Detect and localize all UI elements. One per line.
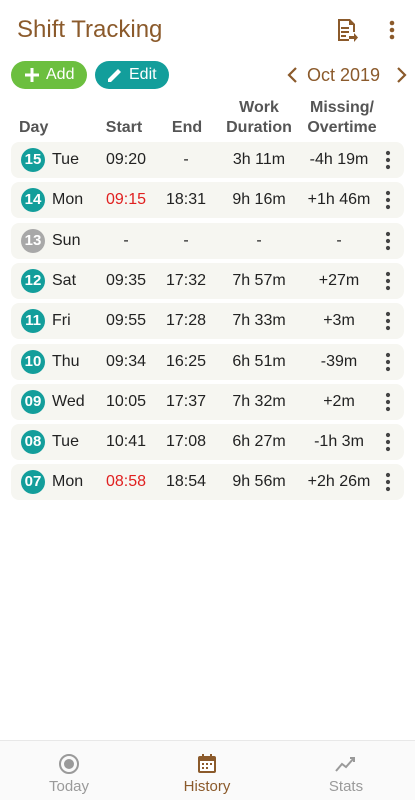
date-badge: 14 bbox=[21, 188, 45, 213]
cell-end: 18:54 bbox=[165, 473, 207, 491]
cell-work: 6h 27m bbox=[232, 433, 286, 451]
column-header-end: End bbox=[171, 119, 203, 136]
cell-start: 10:41 bbox=[105, 433, 147, 451]
add-button[interactable]: Add bbox=[11, 61, 87, 89]
table-header: Day Start End Work Duration Missing/ Ove… bbox=[0, 96, 415, 138]
column-header-work-line2: Duration bbox=[226, 119, 292, 136]
nav-history-label: History bbox=[183, 778, 231, 795]
nav-today-label: Today bbox=[48, 778, 90, 795]
cell-start: 08:58 bbox=[105, 473, 147, 491]
cell-end: 17:08 bbox=[165, 433, 207, 451]
cell-diff: -1h 3m bbox=[314, 433, 364, 451]
trend-chart-icon bbox=[335, 757, 355, 772]
table-row[interactable]: 11 Fri 09:55 17:28 7h 33m +3m bbox=[11, 303, 404, 340]
pencil-icon bbox=[108, 69, 121, 82]
nav-today[interactable]: Today bbox=[0, 741, 138, 800]
cell-start: 09:34 bbox=[105, 352, 147, 370]
row-menu-icon[interactable] bbox=[381, 432, 395, 452]
calendar-icon bbox=[198, 754, 216, 773]
date-badge: 15 bbox=[21, 148, 45, 172]
date-badge: 09 bbox=[21, 389, 45, 414]
nav-stats-label: Stats bbox=[328, 778, 364, 795]
cell-end: 17:37 bbox=[165, 392, 207, 410]
cell-work: 6h 51m bbox=[232, 352, 286, 370]
cell-end: 17:32 bbox=[165, 271, 207, 289]
cell-diff: -39m bbox=[320, 352, 358, 370]
row-menu-icon[interactable] bbox=[381, 392, 395, 412]
cell-work: 9h 16m bbox=[232, 191, 286, 209]
row-menu-icon[interactable] bbox=[381, 311, 395, 331]
cell-work: - bbox=[256, 231, 262, 249]
date-badge: 07 bbox=[21, 470, 45, 495]
chevron-left-icon[interactable] bbox=[286, 66, 298, 84]
row-menu-icon[interactable] bbox=[381, 352, 395, 372]
nav-history[interactable]: History bbox=[138, 741, 276, 800]
cell-work: 9h 56m bbox=[232, 473, 286, 491]
edit-button-label: Edit bbox=[129, 66, 157, 83]
cell-diff: +2h 26m bbox=[307, 473, 371, 491]
cell-work: 7h 32m bbox=[232, 392, 286, 410]
add-button-label: Add bbox=[46, 66, 75, 83]
date-badge: 10 bbox=[21, 349, 45, 374]
cell-diff: +3m bbox=[323, 312, 355, 330]
app-title: Shift Tracking bbox=[17, 16, 163, 43]
app-bar: Shift Tracking bbox=[0, 0, 415, 56]
cell-work: 7h 33m bbox=[232, 312, 286, 330]
date-badge: 12 bbox=[21, 268, 45, 293]
cell-end: 16:25 bbox=[165, 352, 207, 370]
cell-diff: +27m bbox=[318, 271, 360, 289]
cell-start: 10:05 bbox=[105, 392, 147, 410]
cell-start: 09:35 bbox=[105, 271, 147, 289]
table-row[interactable]: 12 Sat 09:35 17:32 7h 57m +27m bbox=[11, 262, 404, 299]
cell-diff: -4h 19m bbox=[309, 151, 369, 168]
cell-work: 7h 57m bbox=[232, 271, 286, 289]
cell-end: 17:28 bbox=[165, 312, 207, 330]
overflow-menu-icon[interactable] bbox=[384, 18, 400, 42]
chevron-right-icon[interactable] bbox=[396, 66, 408, 84]
table-row[interactable]: 15 Tue 09:20-3h 11m -4h 19m bbox=[11, 142, 404, 178]
date-badge: 11 bbox=[21, 309, 45, 334]
column-header-missing-line2: Overtime bbox=[307, 119, 377, 136]
cell-start: 09:15 bbox=[105, 191, 147, 209]
row-menu-icon[interactable] bbox=[381, 472, 395, 492]
column-header-work-line1: Work bbox=[239, 99, 279, 116]
table-row[interactable]: 14 Mon 09:15 18:31 9h 16m +1h 46m bbox=[11, 182, 404, 219]
table-row[interactable]: 09 Wed 10:05 17:37 7h 32m +2m bbox=[11, 383, 404, 420]
column-header-work-duration: Work Duration bbox=[219, 98, 299, 138]
row-menu-icon[interactable] bbox=[381, 190, 395, 210]
cell-diff: - bbox=[336, 231, 342, 249]
cell-end: - bbox=[183, 151, 189, 168]
cell-end: 18:31 bbox=[165, 191, 207, 209]
month-navigator: Oct 2019 bbox=[286, 62, 410, 88]
row-menu-icon[interactable] bbox=[381, 271, 395, 291]
date-badge: 13 bbox=[21, 228, 45, 253]
cell-work: 3h 11m bbox=[232, 151, 286, 168]
column-header-start: Start bbox=[105, 119, 143, 136]
column-header-missing-overtime: Missing/ Overtime bbox=[300, 98, 384, 138]
report-export-icon[interactable] bbox=[336, 18, 358, 42]
table-row[interactable]: 08 Tue 10:41 17:08 6h 27m -1h 3m bbox=[11, 424, 404, 461]
edit-button[interactable]: Edit bbox=[95, 61, 169, 89]
cell-diff: +2m bbox=[323, 392, 355, 410]
nav-stats[interactable]: Stats bbox=[277, 741, 415, 800]
date-badge: 08 bbox=[21, 430, 45, 455]
action-row: Add Edit Oct 2019 bbox=[0, 60, 415, 90]
cell-end: - bbox=[183, 231, 189, 249]
column-header-day: Day bbox=[19, 119, 49, 136]
cell-start: 09:55 bbox=[105, 312, 147, 330]
bottom-navigation: Today History Stats bbox=[0, 740, 415, 800]
today-radio-icon bbox=[59, 754, 79, 774]
table-row[interactable]: 13 Sun - - - - bbox=[11, 222, 404, 259]
month-label[interactable]: Oct 2019 bbox=[307, 65, 380, 86]
table-row[interactable]: 10 Thu 09:34 16:25 6h 51m -39m bbox=[11, 343, 404, 380]
table-row[interactable]: 07 Mon 08:58 18:54 9h 56m +2h 26m bbox=[11, 464, 404, 501]
cell-diff: +1h 46m bbox=[307, 191, 371, 209]
column-header-missing-line1: Missing/ bbox=[309, 99, 374, 116]
cell-start: 09:20 bbox=[105, 151, 147, 168]
row-menu-icon[interactable] bbox=[381, 150, 395, 170]
row-menu-icon[interactable] bbox=[381, 231, 395, 251]
plus-icon bbox=[25, 68, 39, 82]
cell-start: - bbox=[123, 231, 129, 249]
